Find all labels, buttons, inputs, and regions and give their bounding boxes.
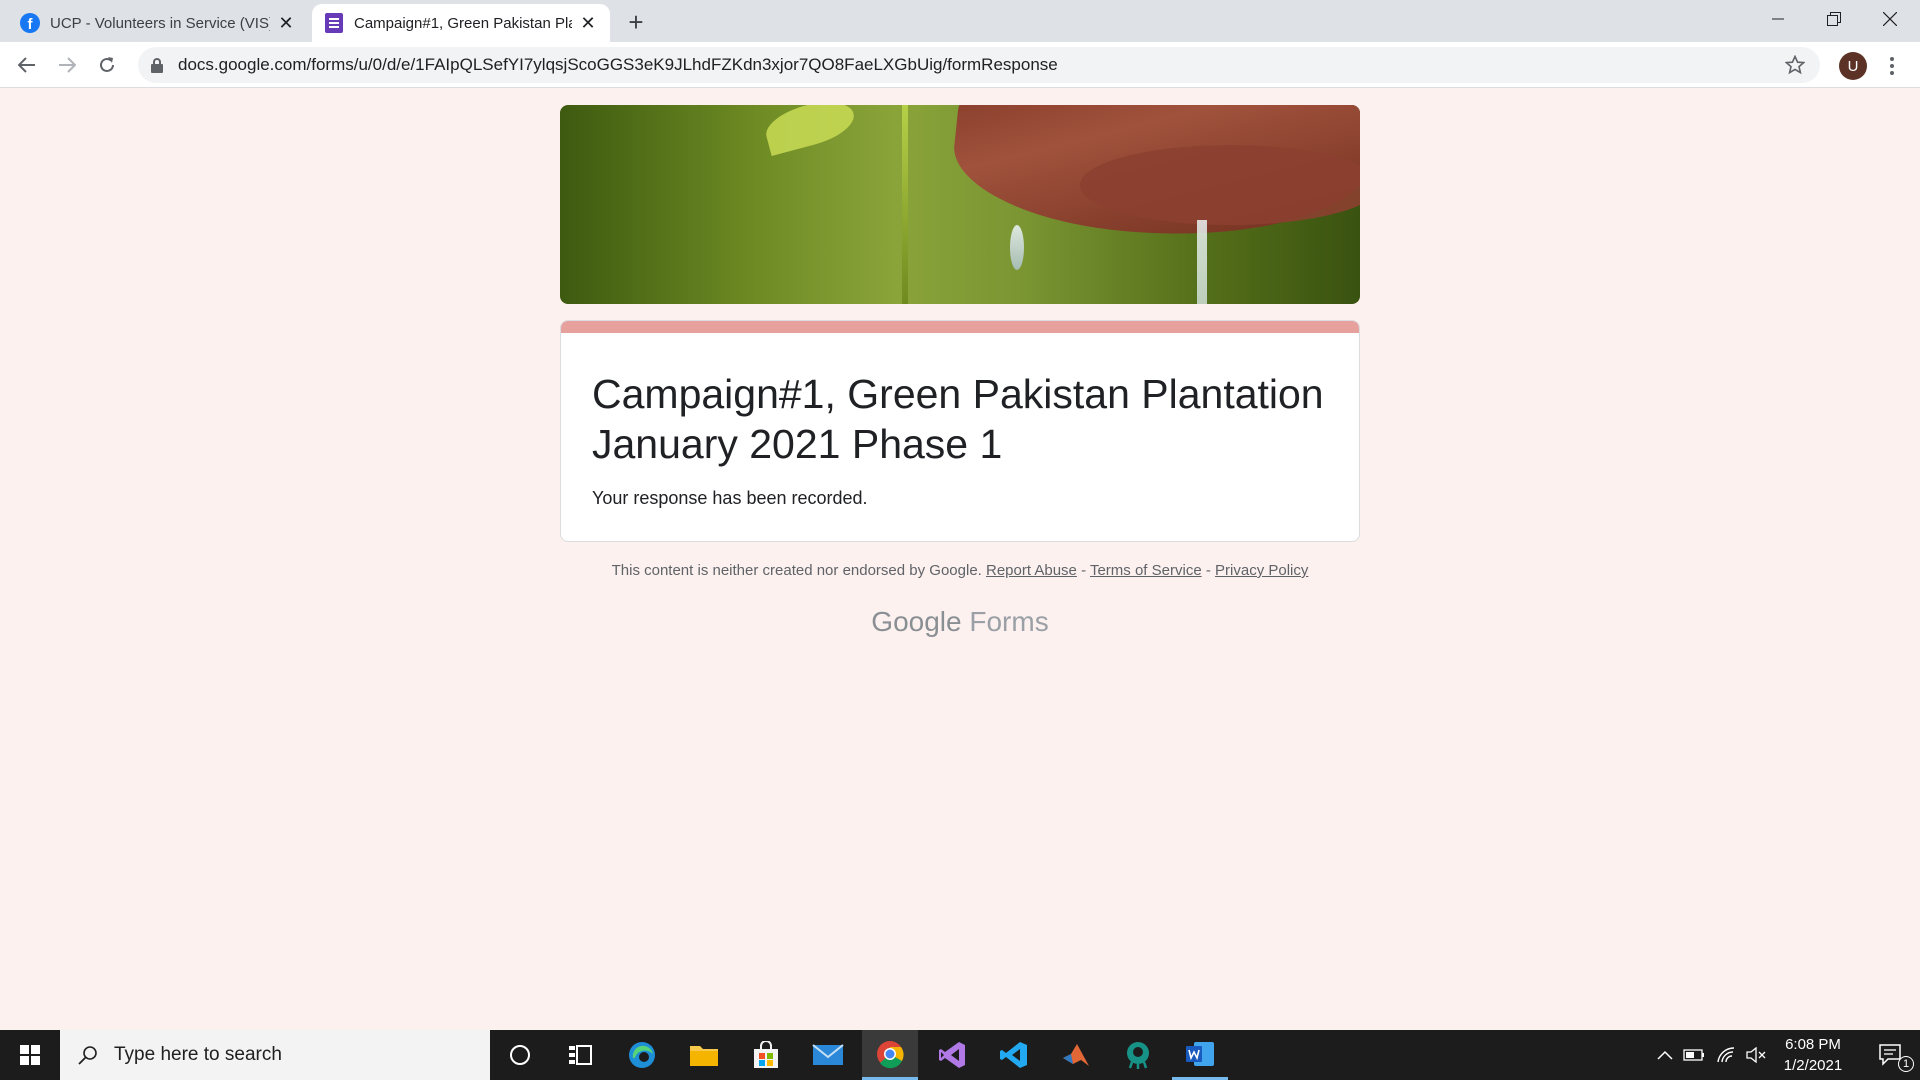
browser-menu-icon[interactable]: [1882, 53, 1902, 79]
clock-time: 6:08 PM: [1785, 1036, 1841, 1053]
clock-date: 1/2/2021: [1783, 1057, 1843, 1074]
search-icon: [76, 1043, 100, 1067]
google-forms-icon: [324, 13, 344, 33]
restore-button[interactable]: [1806, 0, 1862, 38]
search-placeholder: Type here to search: [114, 1044, 282, 1065]
terms-of-service-link[interactable]: Terms of Service: [1090, 562, 1202, 579]
restore-icon: [1827, 12, 1841, 26]
wifi-icon[interactable]: [1712, 1030, 1740, 1080]
chrome-icon[interactable]: [862, 1030, 918, 1080]
report-abuse-link[interactable]: Report Abuse: [986, 562, 1077, 579]
minimize-button[interactable]: [1750, 0, 1806, 38]
arrow-right-icon: [59, 57, 76, 73]
browser-toolbar: docs.google.com/forms/u/0/d/e/1FAIpQLSef…: [0, 42, 1920, 88]
windows-taskbar: Type here to search 6:08 PM 1/2/2021 1: [0, 1030, 1920, 1080]
brand-product: Forms: [969, 606, 1049, 637]
close-tab-icon[interactable]: ✕: [578, 13, 598, 33]
forward-button[interactable]: [51, 49, 83, 81]
lock-icon[interactable]: [150, 57, 164, 73]
profile-avatar[interactable]: U: [1839, 52, 1867, 80]
start-button[interactable]: [0, 1030, 60, 1080]
edge-icon[interactable]: [614, 1030, 670, 1080]
confirmation-card: Campaign#1, Green Pakistan Plantation Ja…: [560, 320, 1360, 542]
mail-icon[interactable]: [800, 1030, 856, 1080]
word-icon[interactable]: [1172, 1030, 1228, 1080]
brand-google: Google: [871, 606, 962, 637]
volume-muted-icon[interactable]: [1742, 1030, 1770, 1080]
visual-studio-icon[interactable]: [924, 1030, 980, 1080]
file-explorer-icon[interactable]: [676, 1030, 732, 1080]
reload-button[interactable]: [91, 49, 123, 81]
arrow-left-icon: [18, 57, 35, 73]
gitkraken-icon[interactable]: [1110, 1030, 1166, 1080]
disclaimer-text: This content is neither created nor endo…: [611, 562, 982, 579]
task-view-icon[interactable]: [552, 1030, 608, 1080]
action-center-button[interactable]: 1: [1862, 1030, 1920, 1080]
windows-icon: [20, 1045, 40, 1065]
cortana-icon[interactable]: [492, 1030, 548, 1080]
bookmark-star-icon[interactable]: [1784, 54, 1806, 76]
confirmation-message: Your response has been recorded.: [592, 488, 868, 508]
close-icon: [1883, 12, 1897, 26]
taskbar-search[interactable]: Type here to search: [60, 1030, 490, 1080]
privacy-policy-link[interactable]: Privacy Policy: [1215, 562, 1308, 579]
url-text: docs.google.com/forms/u/0/d/e/1FAIpQLSef…: [178, 55, 1058, 74]
close-tab-icon[interactable]: ✕: [276, 13, 296, 33]
new-tab-button[interactable]: +: [622, 7, 650, 37]
separator: -: [1076, 562, 1090, 579]
close-window-button[interactable]: [1862, 0, 1918, 38]
footer-disclaimer: This content is neither created nor endo…: [560, 562, 1360, 579]
form-header-image: [560, 105, 1360, 304]
battery-icon[interactable]: [1680, 1030, 1708, 1080]
tab-title: Campaign#1, Green Pakistan Plantation Ja…: [354, 14, 572, 32]
taskbar-clock[interactable]: 6:08 PM 1/2/2021: [1770, 1034, 1856, 1076]
tab-ucp-volunteers[interactable]: f UCP - Volunteers in Service (VIS) ✕: [8, 4, 308, 42]
card-accent-stripe: [561, 321, 1359, 333]
tab-campaign-form[interactable]: Campaign#1, Green Pakistan Plantation Ja…: [312, 4, 610, 42]
notification-count-badge: 1: [1898, 1056, 1914, 1072]
reload-icon: [100, 57, 114, 72]
separator: -: [1201, 562, 1216, 579]
facebook-icon: f: [20, 13, 40, 33]
show-hidden-icons-icon[interactable]: [1652, 1030, 1678, 1080]
form-title: Campaign#1, Green Pakistan Plantation Ja…: [592, 371, 1324, 467]
store-icon[interactable]: [738, 1030, 794, 1080]
back-button[interactable]: [11, 49, 43, 81]
minimize-icon: [1772, 18, 1784, 20]
google-forms-logo[interactable]: Google Forms: [560, 606, 1360, 638]
address-bar[interactable]: docs.google.com/forms/u/0/d/e/1FAIpQLSef…: [138, 47, 1820, 83]
tab-strip: f UCP - Volunteers in Service (VIS) ✕ Ca…: [0, 0, 1920, 42]
vscode-icon[interactable]: [986, 1030, 1042, 1080]
matlab-icon[interactable]: [1048, 1030, 1104, 1080]
tab-title: UCP - Volunteers in Service (VIS): [50, 14, 270, 32]
